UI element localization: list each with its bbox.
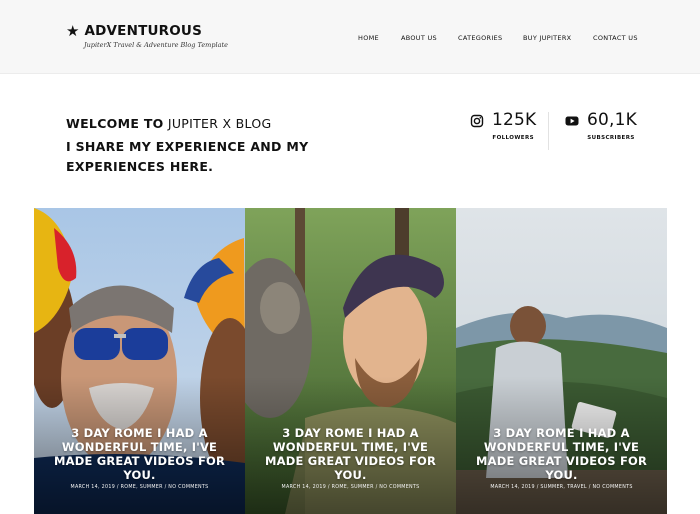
logo-name: ADVENTUROUS xyxy=(84,23,203,39)
welcome-subheading: I SHARE MY EXPERIENCE AND MY EXPERIENCES… xyxy=(66,139,309,174)
instagram-icon xyxy=(470,113,484,128)
nav-categories[interactable]: CATEGORIES xyxy=(458,34,502,42)
followers-label: FOLLOWERS xyxy=(492,135,534,141)
post-meta-1: MARCH 14, 2019 / ROME, SUMMER / NO COMME… xyxy=(70,485,209,490)
welcome-heading: WELCOME TO JUPITER X BLOG xyxy=(66,116,396,131)
post-title-1[interactable]: 3 DAY ROME I HAD A WONDERFUL TIME, I'VE … xyxy=(44,426,235,482)
post-meta-3: MARCH 14, 2019 / SUMMER, TRAVEL / NO COM… xyxy=(490,485,633,490)
post-title-3[interactable]: 3 DAY ROME I HAD A WONDERFUL TIME, I'VE … xyxy=(466,426,657,482)
post-card-1[interactable]: 3 DAY ROME I HAD A WONDERFUL TIME, I'VE … xyxy=(34,208,245,514)
subscribers-count: 60,1K xyxy=(587,110,637,130)
welcome-section: WELCOME TO JUPITER X BLOG I SHARE MY EXP… xyxy=(66,116,396,177)
welcome-blog-name: JUPITER X BLOG xyxy=(167,116,272,131)
post-title-2[interactable]: 3 DAY ROME I HAD A WONDERFUL TIME, I'VE … xyxy=(255,426,446,482)
post-meta-2: MARCH 14, 2019 / ROME, SUMMER / NO COMME… xyxy=(281,485,420,490)
youtube-icon xyxy=(565,113,579,127)
welcome-bold: WELCOME TO xyxy=(66,116,164,131)
subscribers-label: SUBSCRIBERS xyxy=(587,135,635,141)
post-card-3[interactable]: 3 DAY ROME I HAD A WONDERFUL TIME, I'VE … xyxy=(456,208,667,514)
stat-youtube[interactable]: 60,1K SUBSCRIBERS xyxy=(565,110,637,141)
stats-divider xyxy=(548,112,549,150)
nav-buy-jupiterx[interactable]: BUY JUPITERX xyxy=(523,34,571,42)
post-grid: 3 DAY ROME I HAD A WONDERFUL TIME, I'VE … xyxy=(34,208,667,514)
stat-instagram[interactable]: 125K FOLLOWERS xyxy=(470,110,536,141)
nav-contact-us[interactable]: CONTACT US xyxy=(593,34,638,42)
nav-home[interactable]: HOME xyxy=(358,34,379,42)
post-card-2[interactable]: 3 DAY ROME I HAD A WONDERFUL TIME, I'VE … xyxy=(245,208,456,514)
logo-tagline: JupiterX Travel & Adventure Blog Templat… xyxy=(84,41,228,49)
star-icon: ★ xyxy=(66,21,80,40)
site-logo[interactable]: ★ ADVENTUROUS JupiterX Travel & Adventur… xyxy=(66,23,228,49)
site-header: ★ ADVENTUROUS JupiterX Travel & Adventur… xyxy=(0,0,700,74)
nav-about-us[interactable]: ABOUT US xyxy=(401,34,437,42)
followers-count: 125K xyxy=(492,110,537,130)
